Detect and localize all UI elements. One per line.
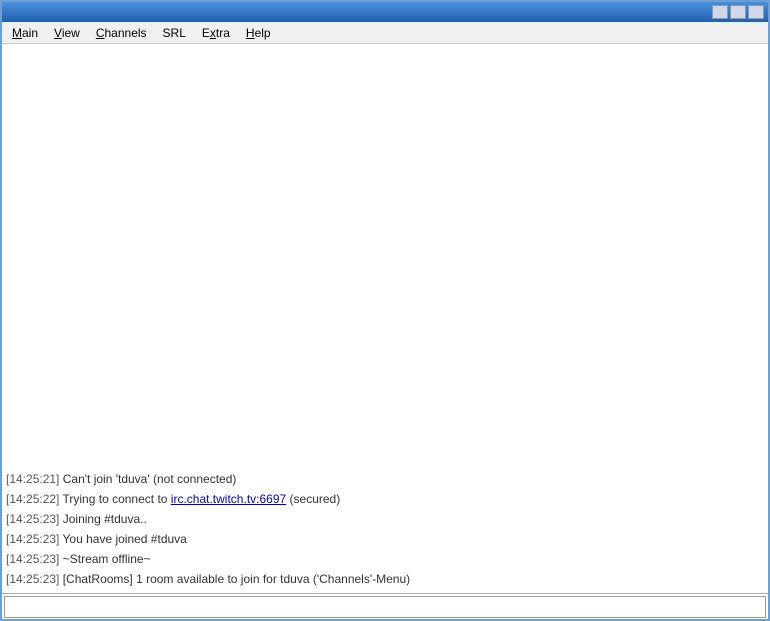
minimize-button[interactable] (712, 5, 728, 19)
menu-extra[interactable]: Extra (194, 24, 238, 42)
message-text: You have joined #tduva (59, 532, 186, 546)
app-window: Main View Channels SRL Extra Help [14:25… (0, 0, 770, 621)
close-button[interactable] (748, 5, 764, 19)
chat-line: [14:25:21] Can't join 'tduva' (not conne… (6, 469, 764, 489)
title-bar (2, 2, 768, 22)
chat-link[interactable]: irc.chat.twitch.tv:6697 (171, 492, 286, 506)
menu-help[interactable]: Help (238, 24, 279, 42)
message-text: ~Stream offline~ (59, 552, 150, 566)
chat-messages: [14:25:21] Can't join 'tduva' (not conne… (6, 469, 764, 589)
timestamp: [14:25:23] (6, 552, 59, 566)
chat-area: [14:25:21] Can't join 'tduva' (not conne… (2, 44, 768, 593)
message-text: [ChatRooms] 1 room available to join for… (59, 572, 410, 586)
timestamp: [14:25:22] (6, 492, 59, 506)
input-area (2, 593, 768, 619)
menu-view[interactable]: View (46, 24, 88, 42)
title-bar-buttons (712, 5, 764, 19)
chat-line: [14:25:23] Joining #tduva.. (6, 509, 764, 529)
timestamp: [14:25:23] (6, 572, 59, 586)
timestamp: [14:25:23] (6, 512, 59, 526)
timestamp: [14:25:21] (6, 472, 59, 486)
chat-input[interactable] (4, 596, 766, 618)
timestamp: [14:25:23] (6, 532, 59, 546)
chat-line: [14:25:23] You have joined #tduva (6, 529, 764, 549)
message-text: Joining #tduva.. (59, 512, 146, 526)
chat-line: [14:25:22] Trying to connect to irc.chat… (6, 489, 764, 509)
message-text: Can't join 'tduva' (not connected) (59, 472, 236, 486)
chat-line: [14:25:23] [ChatRooms] 1 room available … (6, 569, 764, 589)
menu-main[interactable]: Main (4, 24, 46, 42)
menu-srl[interactable]: SRL (155, 24, 194, 42)
chat-line: [14:25:23] ~Stream offline~ (6, 549, 764, 569)
restore-button[interactable] (730, 5, 746, 19)
menu-channels[interactable]: Channels (88, 24, 155, 42)
menu-bar: Main View Channels SRL Extra Help (2, 22, 768, 44)
